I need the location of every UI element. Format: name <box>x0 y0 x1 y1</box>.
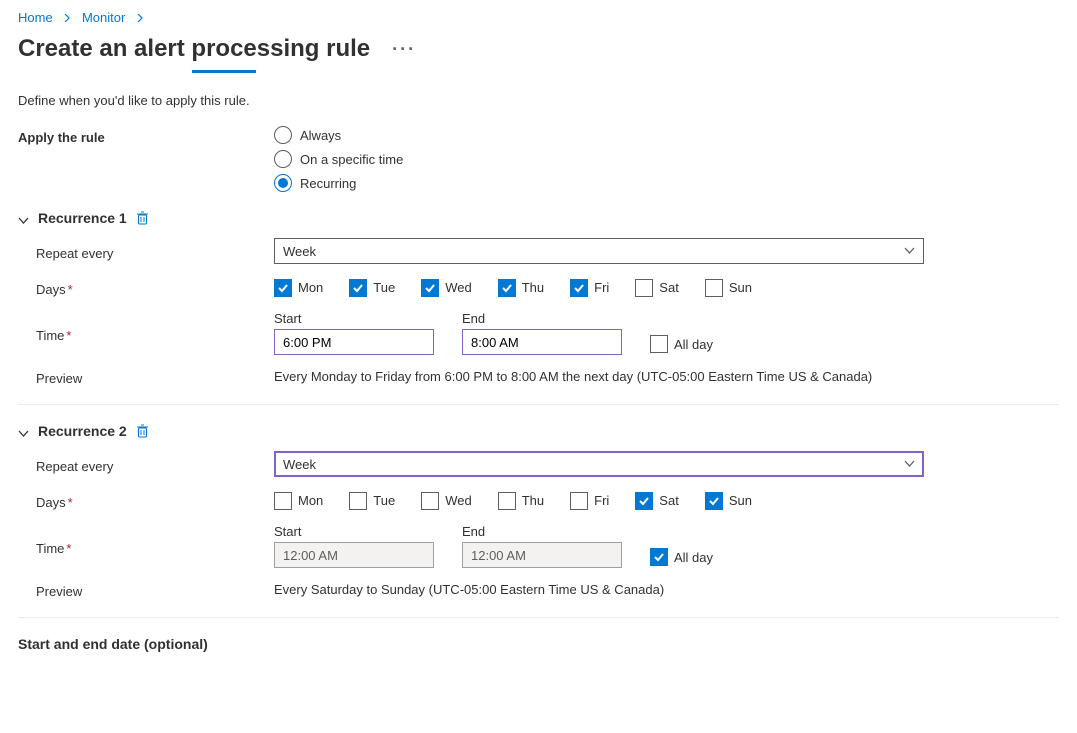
radio-specific-label: On a specific time <box>300 152 403 167</box>
radio-icon <box>274 174 292 192</box>
start-time-col-1: Start <box>274 311 434 355</box>
preview-label-2: Preview <box>18 582 274 599</box>
day-tue-2[interactable]: Tue <box>349 492 395 510</box>
checkbox-icon <box>498 279 516 297</box>
recurrence-2-header[interactable]: Recurrence 2 <box>18 423 1059 439</box>
divider <box>18 617 1059 618</box>
repeat-every-label-1: Repeat every <box>18 242 274 261</box>
end-time-col-1: End <box>462 311 622 355</box>
recurrence-1-header[interactable]: Recurrence 1 <box>18 210 1059 226</box>
apply-rule-label: Apply the rule <box>18 126 274 145</box>
all-day-checkbox-1[interactable]: All day <box>650 335 713 353</box>
page-title: Create an alert processing rule ··· <box>18 35 1059 63</box>
day-thu-1[interactable]: Thu <box>498 279 544 297</box>
subtext: Define when you'd like to apply this rul… <box>18 93 1059 108</box>
chevron-down-icon <box>904 457 915 472</box>
more-actions-icon[interactable]: ··· <box>392 40 416 58</box>
checkbox-icon <box>421 492 439 510</box>
delete-recurrence-1-button[interactable] <box>136 211 149 225</box>
start-label: Start <box>274 524 434 539</box>
checkbox-icon <box>635 492 653 510</box>
day-tue-1[interactable]: Tue <box>349 279 395 297</box>
chevron-down-icon <box>904 244 915 259</box>
repeat-every-label-2: Repeat every <box>18 455 274 474</box>
breadcrumb-home[interactable]: Home <box>18 10 53 25</box>
start-time-col-2: Start <box>274 524 434 568</box>
days-group-2: Mon Tue Wed Thu Fri Sat Sun <box>274 492 752 510</box>
recurrence-2-title: Recurrence 2 <box>38 423 127 439</box>
start-end-date-section-header: Start and end date (optional) <box>18 636 1059 656</box>
radio-specific-time[interactable]: On a specific time <box>274 150 403 168</box>
chevron-right-icon <box>63 10 71 25</box>
apply-rule-radios: Always On a specific time Recurring <box>274 126 403 192</box>
preview-text-2: Every Saturday to Sunday (UTC-05:00 East… <box>274 582 664 599</box>
repeat-every-value-1: Week <box>283 244 316 259</box>
all-day-checkbox-2[interactable]: All day <box>650 548 713 566</box>
day-sat-1[interactable]: Sat <box>635 279 679 297</box>
radio-recurring-label: Recurring <box>300 176 356 191</box>
preview-text-1: Every Monday to Friday from 6:00 PM to 8… <box>274 369 872 386</box>
preview-label-1: Preview <box>18 369 274 386</box>
radio-always[interactable]: Always <box>274 126 403 144</box>
day-sat-2[interactable]: Sat <box>635 492 679 510</box>
start-time-input-2 <box>274 542 434 568</box>
end-label: End <box>462 524 622 539</box>
repeat-every-select-2[interactable]: Week <box>274 451 924 477</box>
day-fri-2[interactable]: Fri <box>570 492 609 510</box>
checkbox-icon <box>705 492 723 510</box>
checkbox-icon <box>274 279 292 297</box>
tab-underline <box>192 70 256 73</box>
chevron-down-icon <box>18 426 29 437</box>
checkbox-icon <box>650 335 668 353</box>
start-label: Start <box>274 311 434 326</box>
days-label-2: Days* <box>18 491 274 510</box>
start-time-input-1[interactable] <box>274 329 434 355</box>
radio-recurring[interactable]: Recurring <box>274 174 403 192</box>
day-sun-1[interactable]: Sun <box>705 279 752 297</box>
day-mon-2[interactable]: Mon <box>274 492 323 510</box>
checkbox-icon <box>705 279 723 297</box>
checkbox-icon <box>349 492 367 510</box>
all-day-label: All day <box>674 337 713 352</box>
day-mon-1[interactable]: Mon <box>274 279 323 297</box>
time-label-1: Time* <box>18 324 274 343</box>
day-sun-2[interactable]: Sun <box>705 492 752 510</box>
checkbox-icon <box>274 492 292 510</box>
end-time-input-1[interactable] <box>462 329 622 355</box>
checkbox-icon <box>635 279 653 297</box>
chevron-right-icon <box>136 10 144 25</box>
radio-icon <box>274 126 292 144</box>
divider <box>18 404 1059 405</box>
days-label-1: Days* <box>18 278 274 297</box>
repeat-every-select-1[interactable]: Week <box>274 238 924 264</box>
end-time-input-2 <box>462 542 622 568</box>
checkbox-icon <box>570 279 588 297</box>
day-wed-1[interactable]: Wed <box>421 279 472 297</box>
breadcrumb-monitor[interactable]: Monitor <box>82 10 125 25</box>
days-group-1: Mon Tue Wed Thu Fri Sat Sun <box>274 279 752 297</box>
time-label-2: Time* <box>18 537 274 556</box>
delete-recurrence-2-button[interactable] <box>136 424 149 438</box>
checkbox-icon <box>421 279 439 297</box>
day-fri-1[interactable]: Fri <box>570 279 609 297</box>
checkbox-icon <box>349 279 367 297</box>
chevron-down-icon <box>18 213 29 224</box>
repeat-every-value-2: Week <box>283 457 316 472</box>
all-day-label: All day <box>674 550 713 565</box>
checkbox-icon <box>570 492 588 510</box>
day-thu-2[interactable]: Thu <box>498 492 544 510</box>
recurrence-1-title: Recurrence 1 <box>38 210 127 226</box>
breadcrumb: Home Monitor <box>18 8 1059 29</box>
end-label: End <box>462 311 622 326</box>
radio-always-label: Always <box>300 128 341 143</box>
end-time-col-2: End <box>462 524 622 568</box>
checkbox-icon <box>650 548 668 566</box>
checkbox-icon <box>498 492 516 510</box>
radio-icon <box>274 150 292 168</box>
day-wed-2[interactable]: Wed <box>421 492 472 510</box>
